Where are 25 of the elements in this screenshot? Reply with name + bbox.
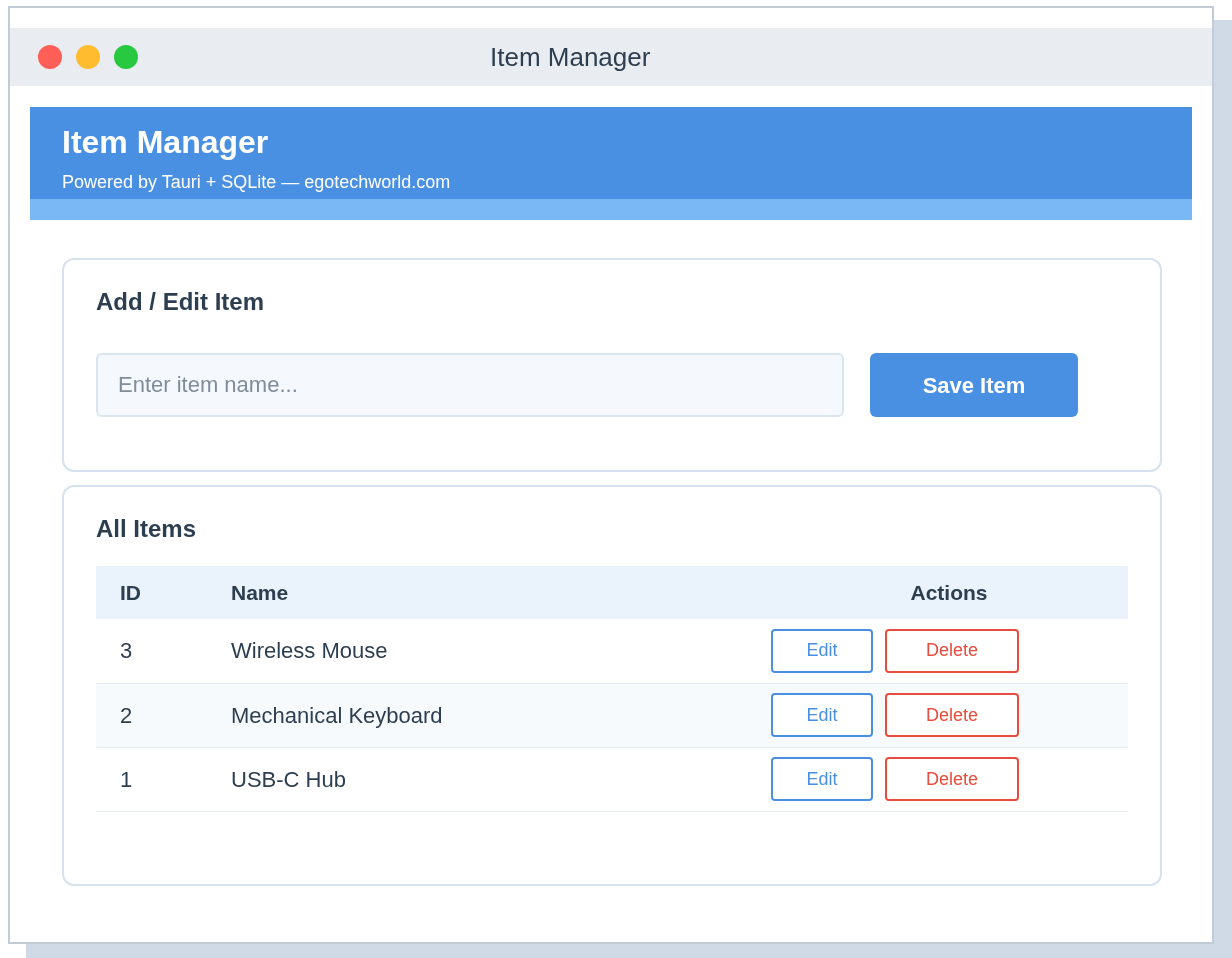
column-header: ID bbox=[120, 580, 141, 604]
app-title: Item Manager bbox=[62, 123, 270, 162]
minimize-button[interactable] bbox=[76, 45, 100, 69]
section-heading: All Items bbox=[96, 515, 198, 545]
save-button[interactable]: Save Item bbox=[870, 353, 1078, 418]
subtitle: Powered by Tauri + SQLite — egotechworld.com bbox=[62, 171, 452, 195]
column-header: Actions bbox=[910, 580, 988, 604]
edit-button[interactable]: Edit bbox=[771, 757, 873, 802]
edit-button[interactable]: Edit bbox=[771, 693, 873, 738]
window-title: Item Manager bbox=[490, 40, 651, 74]
section-heading: Add / Edit Item bbox=[96, 288, 265, 318]
edit-button[interactable]: Edit bbox=[771, 628, 873, 673]
delete-button[interactable]: Delete bbox=[885, 628, 1019, 673]
delete-button[interactable]: Delete bbox=[885, 693, 1019, 738]
delete-button[interactable]: Delete bbox=[885, 757, 1019, 802]
table-cell: 3 bbox=[120, 638, 133, 664]
table-cell: USB-C Hub bbox=[231, 766, 346, 792]
table-cell: 2 bbox=[120, 702, 133, 728]
table-cell: Mechanical Keyboard bbox=[231, 702, 443, 728]
table-cell: Wireless Mouse bbox=[231, 638, 388, 664]
close-button[interactable] bbox=[38, 45, 62, 69]
item-name-field[interactable]: Enter item name... bbox=[96, 353, 844, 418]
column-header: Name bbox=[231, 580, 289, 604]
maximize-button[interactable] bbox=[114, 45, 138, 69]
table-cell: 1 bbox=[120, 766, 133, 792]
